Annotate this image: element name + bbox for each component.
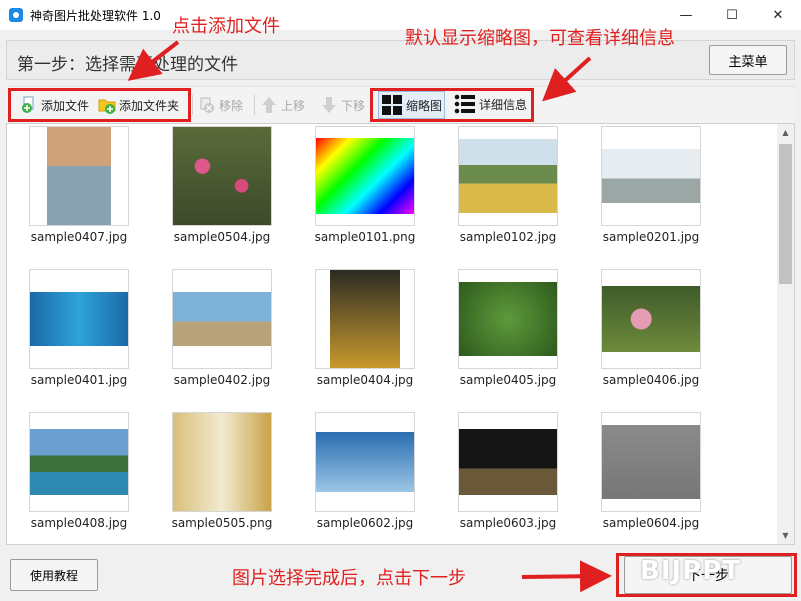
move-down-label: 下移	[341, 98, 366, 113]
file-name-label: sample0405.jpg	[459, 373, 557, 387]
file-thumbnail-item[interactable]: sample0602.jpg	[310, 412, 420, 530]
file-thumbnail-item[interactable]: sample0405.jpg	[453, 269, 563, 387]
file-name-label: sample0602.jpg	[316, 516, 414, 530]
annotation-box-next	[616, 553, 797, 597]
window-title: 神奇图片批处理软件 1.0	[30, 9, 161, 23]
file-thumbnail-list[interactable]: sample0407.jpg sample0504.jpg sample0101.p…	[6, 123, 795, 545]
file-name-label: sample0505.png	[171, 516, 273, 530]
vertical-scrollbar[interactable]: ▲ ▼	[777, 124, 794, 544]
file-thumbnail-item[interactable]: sample0101.png	[310, 126, 420, 244]
remove-icon	[198, 96, 216, 114]
remove-button[interactable]: 移除	[198, 93, 243, 117]
thumbnail-image-frame	[458, 412, 558, 512]
thumbnail-image	[459, 139, 557, 213]
file-thumbnail-item[interactable]: sample0406.jpg	[596, 269, 706, 387]
scrollbar-thumb[interactable]	[779, 144, 792, 284]
annotation-box-view	[370, 88, 534, 122]
file-name-label: sample0102.jpg	[459, 230, 557, 244]
file-name-label: sample0603.jpg	[459, 516, 557, 530]
thumbnail-image	[316, 138, 414, 214]
move-up-label: 上移	[281, 98, 306, 113]
thumbnail-image	[602, 149, 700, 203]
thumbnail-image-frame	[458, 126, 558, 226]
file-thumbnail-item[interactable]: sample0402.jpg	[167, 269, 277, 387]
annotation-add-files: 点击添加文件	[172, 16, 280, 37]
thumbnail-image	[47, 127, 111, 225]
thumbnail-image	[30, 292, 128, 346]
thumbnail-image	[173, 292, 271, 346]
annotation-next-step: 图片选择完成后，点击下一步	[232, 568, 466, 589]
thumbnail-image-frame	[29, 126, 129, 226]
thumbnail-image-frame	[315, 126, 415, 226]
thumbnail-image	[173, 413, 271, 511]
thumbnail-image-frame	[172, 269, 272, 369]
main-menu-button[interactable]: 主菜单	[709, 45, 787, 75]
toolbar-divider	[192, 95, 193, 115]
file-name-label: sample0402.jpg	[173, 373, 271, 387]
toolbar-divider	[254, 95, 255, 115]
arrow-down-icon	[320, 96, 338, 114]
file-name-label: sample0407.jpg	[30, 230, 128, 244]
thumbnail-image-frame	[172, 412, 272, 512]
remove-label: 移除	[219, 98, 244, 113]
file-name-label: sample0406.jpg	[602, 373, 700, 387]
thumbnail-image-frame	[315, 412, 415, 512]
maximize-button[interactable]: ☐	[709, 0, 755, 30]
arrow-up-icon	[260, 96, 278, 114]
file-name-label: sample0504.jpg	[173, 230, 271, 244]
file-thumbnail-item[interactable]: sample0407.jpg	[24, 126, 134, 244]
move-down-button[interactable]: 下移	[320, 93, 365, 117]
thumbnail-image-frame	[29, 269, 129, 369]
thumbnail-image-frame	[601, 412, 701, 512]
thumbnail-image	[602, 286, 700, 352]
file-thumbnail-item[interactable]: sample0408.jpg	[24, 412, 134, 530]
app-logo-icon	[9, 8, 23, 22]
thumbnail-image	[30, 429, 128, 495]
annotation-box-add	[8, 88, 191, 122]
title-bar: 神奇图片批处理软件 1.0 — ☐ ✕	[0, 0, 801, 30]
thumbnail-image	[173, 127, 271, 225]
file-name-label: sample0404.jpg	[316, 373, 414, 387]
close-button[interactable]: ✕	[755, 0, 801, 30]
file-name-label: sample0604.jpg	[602, 516, 700, 530]
tutorial-button[interactable]: 使用教程	[10, 559, 98, 591]
thumbnail-image	[459, 429, 557, 495]
file-name-label: sample0201.jpg	[602, 230, 700, 244]
annotation-view-mode: 默认显示缩略图，可查看详细信息	[405, 28, 675, 49]
file-name-label: sample0408.jpg	[30, 516, 128, 530]
thumbnail-image-frame	[172, 126, 272, 226]
thumbnail-image	[330, 270, 400, 368]
step-title: 第一步：选择需要处理的文件	[17, 55, 238, 75]
thumbnail-image-frame	[601, 126, 701, 226]
thumbnail-image-frame	[315, 269, 415, 369]
thumbnail-image	[602, 425, 700, 499]
file-thumbnail-item[interactable]: sample0102.jpg	[453, 126, 563, 244]
step-header: 第一步：选择需要处理的文件 主菜单	[6, 40, 795, 80]
thumbnail-image	[459, 282, 557, 356]
thumbnail-image-frame	[29, 412, 129, 512]
file-name-label: sample0401.jpg	[30, 373, 128, 387]
move-up-button[interactable]: 上移	[260, 93, 305, 117]
file-thumbnail-item[interactable]: sample0604.jpg	[596, 412, 706, 530]
file-thumbnail-item[interactable]: sample0201.jpg	[596, 126, 706, 244]
file-thumbnail-item[interactable]: sample0504.jpg	[167, 126, 277, 244]
thumbnail-image-frame	[458, 269, 558, 369]
file-name-label: sample0101.png	[314, 230, 416, 244]
file-thumbnail-item[interactable]: sample0505.png	[167, 412, 277, 530]
file-thumbnail-item[interactable]: sample0404.jpg	[310, 269, 420, 387]
thumbnail-image	[316, 432, 414, 492]
thumbnail-image-frame	[601, 269, 701, 369]
scroll-down-arrow-icon[interactable]: ▼	[777, 527, 794, 544]
file-thumbnail-item[interactable]: sample0401.jpg	[24, 269, 134, 387]
scroll-up-arrow-icon[interactable]: ▲	[777, 124, 794, 141]
file-thumbnail-item[interactable]: sample0603.jpg	[453, 412, 563, 530]
